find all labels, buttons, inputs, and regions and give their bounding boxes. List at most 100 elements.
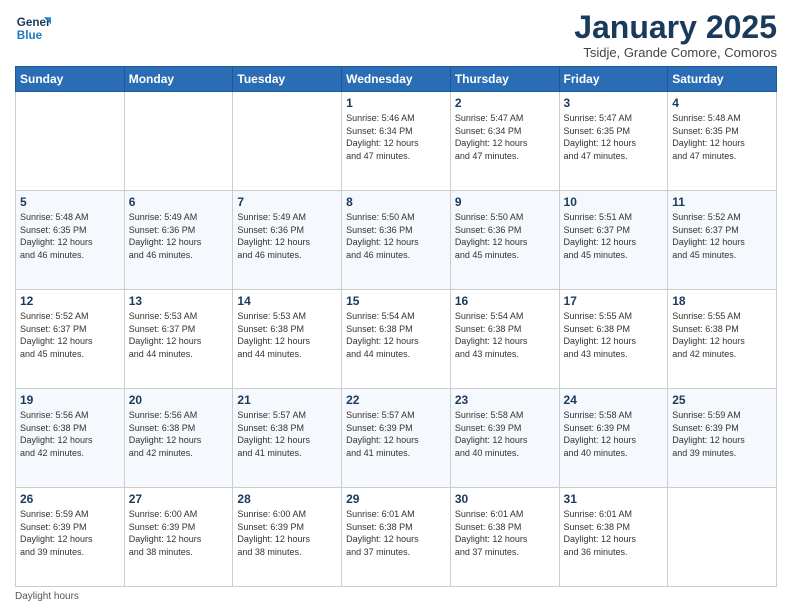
col-header-wednesday: Wednesday (342, 67, 451, 92)
col-header-thursday: Thursday (450, 67, 559, 92)
day-info: Sunrise: 5:56 AM Sunset: 6:38 PM Dayligh… (20, 409, 120, 459)
calendar-cell: 16 Sunrise: 5:54 AM Sunset: 6:38 PM Dayli… (450, 290, 559, 389)
calendar-cell: 1 Sunrise: 5:46 AM Sunset: 6:34 PM Daylig… (342, 92, 451, 191)
day-number: 21 (237, 393, 337, 407)
day-info: Sunrise: 5:58 AM Sunset: 6:39 PM Dayligh… (564, 409, 664, 459)
day-number: 6 (129, 195, 229, 209)
calendar-week-1: 1 Sunrise: 5:46 AM Sunset: 6:34 PM Daylig… (16, 92, 777, 191)
calendar-cell: 26 Sunrise: 5:59 AM Sunset: 6:39 PM Dayli… (16, 488, 125, 587)
day-info: Sunrise: 5:49 AM Sunset: 6:36 PM Dayligh… (129, 211, 229, 261)
day-info: Sunrise: 5:55 AM Sunset: 6:38 PM Dayligh… (564, 310, 664, 360)
day-info: Sunrise: 5:52 AM Sunset: 6:37 PM Dayligh… (20, 310, 120, 360)
day-info: Sunrise: 5:46 AM Sunset: 6:34 PM Dayligh… (346, 112, 446, 162)
calendar-cell: 22 Sunrise: 5:57 AM Sunset: 6:39 PM Dayli… (342, 389, 451, 488)
calendar-cell: 28 Sunrise: 6:00 AM Sunset: 6:39 PM Dayli… (233, 488, 342, 587)
calendar-cell: 17 Sunrise: 5:55 AM Sunset: 6:38 PM Dayli… (559, 290, 668, 389)
calendar-cell: 29 Sunrise: 6:01 AM Sunset: 6:38 PM Dayli… (342, 488, 451, 587)
day-number: 14 (237, 294, 337, 308)
day-number: 25 (672, 393, 772, 407)
col-header-tuesday: Tuesday (233, 67, 342, 92)
day-number: 19 (20, 393, 120, 407)
logo: General Blue (15, 10, 51, 46)
calendar-cell: 6 Sunrise: 5:49 AM Sunset: 6:36 PM Daylig… (124, 191, 233, 290)
calendar-cell: 23Sunrise: 5:58 AM Sunset: 6:39 PM Dayli… (450, 389, 559, 488)
day-number: 17 (564, 294, 664, 308)
month-title: January 2025 (574, 10, 777, 45)
calendar-cell: 21 Sunrise: 5:57 AM Sunset: 6:38 PM Dayli… (233, 389, 342, 488)
svg-text:Blue: Blue (17, 29, 43, 42)
calendar-cell: 15 Sunrise: 5:54 AM Sunset: 6:38 PM Dayli… (342, 290, 451, 389)
day-number: 15 (346, 294, 446, 308)
day-number: 13 (129, 294, 229, 308)
day-info: Sunrise: 5:57 AM Sunset: 6:39 PM Dayligh… (346, 409, 446, 459)
calendar-cell: 18 Sunrise: 5:55 AM Sunset: 6:38 PM Dayli… (668, 290, 777, 389)
day-number: 28 (237, 492, 337, 506)
day-info: Sunrise: 5:50 AM Sunset: 6:36 PM Dayligh… (346, 211, 446, 261)
day-number: 16 (455, 294, 555, 308)
day-info: Sunrise: 5:48 AM Sunset: 6:35 PM Dayligh… (20, 211, 120, 261)
day-info: Sunrise: 5:56 AM Sunset: 6:38 PM Dayligh… (129, 409, 229, 459)
day-number: 29 (346, 492, 446, 506)
calendar-cell: 11 Sunrise: 5:52 AM Sunset: 6:37 PM Dayli… (668, 191, 777, 290)
day-number: 27 (129, 492, 229, 506)
day-info: Sunrise: 5:51 AM Sunset: 6:37 PM Dayligh… (564, 211, 664, 261)
day-info: Sunrise: 6:00 AM Sunset: 6:39 PM Dayligh… (237, 508, 337, 558)
header: General Blue January 2025 Tsidje, Grande… (15, 10, 777, 60)
calendar-cell: 30Sunrise: 6:01 AM Sunset: 6:38 PM Dayli… (450, 488, 559, 587)
calendar-cell: 7Sunrise: 5:49 AM Sunset: 6:36 PM Daylig… (233, 191, 342, 290)
calendar-cell: 2Sunrise: 5:47 AM Sunset: 6:34 PM Daylig… (450, 92, 559, 191)
day-number: 2 (455, 96, 555, 110)
calendar-cell (668, 488, 777, 587)
col-header-monday: Monday (124, 67, 233, 92)
day-number: 5 (20, 195, 120, 209)
day-info: Sunrise: 5:57 AM Sunset: 6:38 PM Dayligh… (237, 409, 337, 459)
calendar-cell: 9Sunrise: 5:50 AM Sunset: 6:36 PM Daylig… (450, 191, 559, 290)
day-number: 1 (346, 96, 446, 110)
calendar-week-2: 5 Sunrise: 5:48 AM Sunset: 6:35 PM Daylig… (16, 191, 777, 290)
calendar-cell: 10Sunrise: 5:51 AM Sunset: 6:37 PM Dayli… (559, 191, 668, 290)
day-number: 8 (346, 195, 446, 209)
day-info: Sunrise: 5:53 AM Sunset: 6:38 PM Dayligh… (237, 310, 337, 360)
day-number: 12 (20, 294, 120, 308)
day-number: 4 (672, 96, 772, 110)
day-number: 11 (672, 195, 772, 209)
day-number: 18 (672, 294, 772, 308)
day-info: Sunrise: 5:55 AM Sunset: 6:38 PM Dayligh… (672, 310, 772, 360)
calendar-cell: 8 Sunrise: 5:50 AM Sunset: 6:36 PM Daylig… (342, 191, 451, 290)
day-info: Sunrise: 5:53 AM Sunset: 6:37 PM Dayligh… (129, 310, 229, 360)
day-info: Sunrise: 5:54 AM Sunset: 6:38 PM Dayligh… (455, 310, 555, 360)
day-number: 20 (129, 393, 229, 407)
footer: Daylight hours (15, 591, 777, 602)
day-info: Sunrise: 5:58 AM Sunset: 6:39 PM Dayligh… (455, 409, 555, 459)
calendar-cell: 25Sunrise: 5:59 AM Sunset: 6:39 PM Dayli… (668, 389, 777, 488)
calendar-cell: 13 Sunrise: 5:53 AM Sunset: 6:37 PM Dayli… (124, 290, 233, 389)
page: General Blue January 2025 Tsidje, Grande… (0, 0, 792, 612)
day-number: 24 (564, 393, 664, 407)
day-info: Sunrise: 5:47 AM Sunset: 6:35 PM Dayligh… (564, 112, 664, 162)
day-number: 31 (564, 492, 664, 506)
calendar-week-3: 12 Sunrise: 5:52 AM Sunset: 6:37 PM Dayli… (16, 290, 777, 389)
logo-icon: General Blue (15, 10, 51, 46)
title-block: January 2025 Tsidje, Grande Comore, Como… (574, 10, 777, 60)
day-info: Sunrise: 5:54 AM Sunset: 6:38 PM Dayligh… (346, 310, 446, 360)
col-header-friday: Friday (559, 67, 668, 92)
calendar-cell: 3 Sunrise: 5:47 AM Sunset: 6:35 PM Daylig… (559, 92, 668, 191)
day-number: 30 (455, 492, 555, 506)
day-number: 9 (455, 195, 555, 209)
calendar-header-row: SundayMondayTuesdayWednesdayThursdayFrid… (16, 67, 777, 92)
calendar-cell (16, 92, 125, 191)
calendar-cell (124, 92, 233, 191)
subtitle: Tsidje, Grande Comore, Comoros (574, 45, 777, 60)
calendar-cell (233, 92, 342, 191)
day-info: Sunrise: 5:52 AM Sunset: 6:37 PM Dayligh… (672, 211, 772, 261)
day-number: 26 (20, 492, 120, 506)
calendar-cell: 14 Sunrise: 5:53 AM Sunset: 6:38 PM Dayli… (233, 290, 342, 389)
day-number: 22 (346, 393, 446, 407)
footer-label: Daylight hours (15, 591, 79, 602)
calendar-week-5: 26 Sunrise: 5:59 AM Sunset: 6:39 PM Dayli… (16, 488, 777, 587)
day-info: Sunrise: 5:59 AM Sunset: 6:39 PM Dayligh… (20, 508, 120, 558)
calendar-cell: 27Sunrise: 6:00 AM Sunset: 6:39 PM Dayli… (124, 488, 233, 587)
day-info: Sunrise: 6:01 AM Sunset: 6:38 PM Dayligh… (346, 508, 446, 558)
day-number: 3 (564, 96, 664, 110)
col-header-sunday: Sunday (16, 67, 125, 92)
